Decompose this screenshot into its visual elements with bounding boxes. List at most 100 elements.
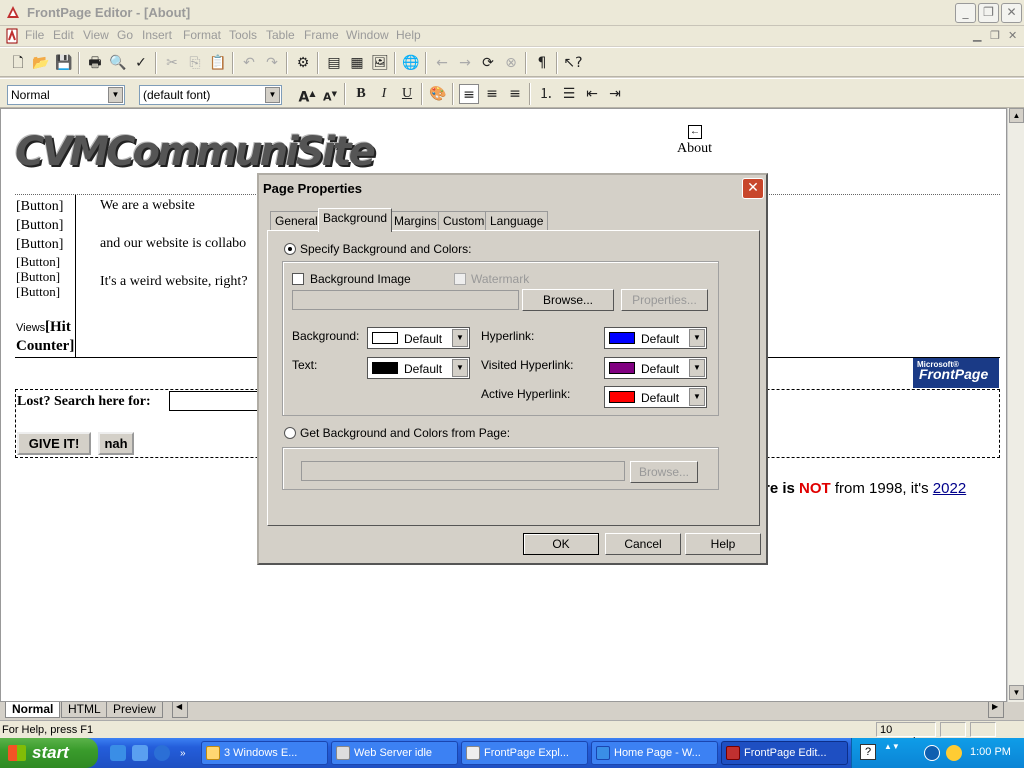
cancel-button[interactable]: Cancel — [605, 533, 681, 555]
paste-icon[interactable]: 📋 — [208, 53, 228, 73]
tab-preview[interactable]: Preview — [106, 702, 163, 718]
align-left-icon[interactable]: ≡ — [459, 84, 479, 104]
start-button[interactable]: start — [0, 738, 98, 768]
nav-button[interactable]: [Button] — [16, 254, 60, 270]
cut-icon[interactable]: ✂ — [162, 53, 182, 73]
form-field-icon[interactable]: ▤ — [324, 53, 344, 73]
dialog-close-icon[interactable]: ✕ — [742, 178, 764, 199]
nav-button[interactable]: [Button] — [16, 237, 63, 253]
menu-window[interactable]: Window — [346, 28, 389, 42]
italic-icon[interactable]: I — [374, 84, 394, 104]
new-page-icon[interactable]: 🗋 — [8, 53, 28, 73]
tab-background[interactable]: Background — [318, 208, 393, 232]
background-image-checkbox[interactable] — [292, 273, 304, 285]
properties-button[interactable]: Properties... — [621, 289, 708, 311]
bold-icon[interactable]: B — [351, 84, 371, 104]
doc-close-icon[interactable]: ✕ — [1008, 29, 1017, 42]
ok-button[interactable]: OK — [523, 533, 599, 555]
increase-indent-icon[interactable]: ⇥ — [605, 84, 625, 104]
task-windows-explorer[interactable]: 3 Windows E... — [201, 741, 328, 765]
outlook-express-icon[interactable] — [132, 745, 148, 761]
text-color-icon[interactable]: 🎨 — [428, 84, 448, 104]
tab-normal[interactable]: Normal — [5, 702, 61, 718]
chevron-down-icon[interactable]: ▼ — [452, 329, 468, 347]
menu-table[interactable]: Table — [266, 28, 295, 42]
speaker-icon[interactable] — [946, 745, 962, 761]
browse-button[interactable]: Browse... — [522, 289, 614, 311]
vertical-scrollbar[interactable]: ▲ ▼ — [1007, 108, 1024, 702]
task-frontpage-explorer[interactable]: FrontPage Expl... — [461, 741, 588, 765]
scroll-down-icon[interactable]: ▼ — [1009, 685, 1024, 700]
tray-expand-icon[interactable] — [924, 745, 940, 761]
chevron-down-icon[interactable]: ▼ — [689, 388, 705, 406]
task-frontpage-editor[interactable]: FrontPage Edit... — [721, 741, 848, 765]
open-icon[interactable]: 📂 — [31, 53, 51, 73]
menu-file[interactable]: File — [25, 28, 44, 42]
back-icon[interactable]: ← — [432, 53, 452, 73]
tab-html[interactable]: HTML — [61, 702, 108, 718]
chevron-down-icon[interactable]: ▼ — [689, 329, 705, 347]
hyperlink-color-select[interactable]: Default ▼ — [604, 327, 707, 349]
clock[interactable]: 1:00 PM — [970, 746, 1011, 758]
tab-general[interactable]: General — [270, 211, 323, 231]
redo-icon[interactable]: ↷ — [262, 53, 282, 73]
scroll-left-icon[interactable]: ◀ — [172, 702, 188, 718]
decrease-font-icon[interactable]: A▼ — [320, 84, 340, 104]
align-right-icon[interactable]: ≡ — [505, 84, 525, 104]
menu-edit[interactable]: Edit — [53, 28, 74, 42]
document-icon[interactable] — [4, 28, 20, 44]
task-web-server[interactable]: Web Server idle — [331, 741, 458, 765]
chevron-down-icon[interactable]: ▼ — [108, 87, 123, 103]
reset-button[interactable]: nah — [98, 432, 134, 455]
print-preview-icon[interactable]: 🔍 — [108, 53, 128, 73]
save-icon[interactable]: 💾 — [54, 53, 74, 73]
tray-arrow-icon[interactable]: ▲▼ — [884, 742, 900, 751]
numbered-list-icon[interactable]: ⒈ — [536, 84, 556, 104]
menu-format[interactable]: Format — [183, 28, 221, 42]
nav-about-link[interactable]: About — [677, 141, 712, 157]
stop-icon[interactable]: ⊗ — [501, 53, 521, 73]
background-color-select[interactable]: Default ▼ — [367, 327, 470, 349]
get-from-page-radio[interactable] — [284, 427, 296, 439]
doc-restore-icon[interactable]: ❐ — [990, 29, 1000, 42]
align-center-icon[interactable]: ≡ — [482, 84, 502, 104]
task-home-page[interactable]: Home Page - W... — [591, 741, 718, 765]
tab-custom[interactable]: Custom — [438, 211, 490, 231]
style-select[interactable]: Normal ▼ — [7, 85, 125, 105]
hyperlink-icon[interactable]: 🌐 — [401, 53, 421, 73]
forward-icon[interactable]: → — [455, 53, 475, 73]
webbot-icon[interactable]: ⚙ — [293, 53, 313, 73]
media-player-icon[interactable] — [154, 745, 170, 761]
underline-icon[interactable]: U — [397, 84, 417, 104]
menu-view[interactable]: View — [83, 28, 109, 42]
maximize-button[interactable]: ❐ — [978, 3, 999, 23]
undo-icon[interactable]: ↶ — [239, 53, 259, 73]
image-icon[interactable]: 🖼 — [370, 53, 390, 73]
tab-margins[interactable]: Margins — [389, 211, 442, 231]
menu-help[interactable]: Help — [396, 28, 421, 42]
nav-button[interactable]: [Button] — [16, 284, 60, 300]
watermark-checkbox[interactable] — [454, 273, 466, 285]
scroll-right-icon[interactable]: ▶ — [988, 702, 1004, 718]
specify-radio[interactable] — [284, 243, 296, 255]
active-hyperlink-color-select[interactable]: Default ▼ — [604, 386, 707, 408]
doc-minimize-icon[interactable]: ▁ — [973, 29, 981, 42]
font-select[interactable]: (default font) ▼ — [139, 85, 282, 105]
chevron-down-icon[interactable]: ▼ — [265, 87, 280, 103]
nav-button[interactable]: [Button] — [16, 199, 63, 215]
browse-page-button[interactable]: Browse... — [630, 461, 698, 483]
nav-button[interactable]: [Button] — [16, 269, 60, 285]
era-year-link[interactable]: 2022 — [933, 480, 966, 497]
show-paragraph-icon[interactable]: ¶ — [532, 53, 552, 73]
internet-explorer-icon[interactable] — [110, 745, 126, 761]
refresh-icon[interactable]: ⟳ — [478, 53, 498, 73]
chevron-down-icon[interactable]: ▼ — [689, 359, 705, 377]
decrease-indent-icon[interactable]: ⇤ — [582, 84, 602, 104]
nav-button[interactable]: [Button] — [16, 218, 63, 234]
bulleted-list-icon[interactable]: ☰ — [559, 84, 579, 104]
copy-icon[interactable]: ⎘ — [185, 53, 205, 73]
search-input[interactable] — [169, 391, 269, 411]
table-icon[interactable]: ▦ — [347, 53, 367, 73]
minimize-button[interactable]: _ — [955, 3, 976, 23]
text-color-select[interactable]: Default ▼ — [367, 357, 470, 379]
